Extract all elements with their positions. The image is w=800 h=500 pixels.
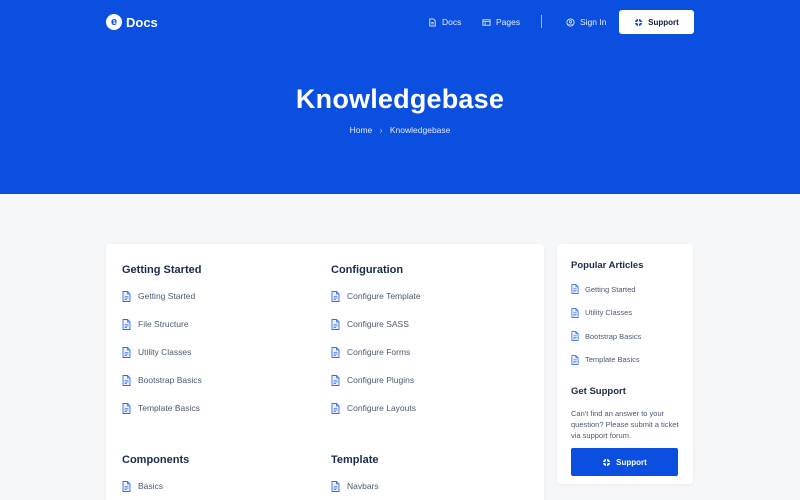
nav-pages[interactable]: Pages [482,10,520,34]
breadcrumb-home[interactable]: Home [350,125,373,135]
article-link[interactable]: Navbars [331,480,379,492]
lifebuoy-icon [603,458,611,466]
popular-articles-title: Popular Articles [571,260,644,271]
article-link[interactable]: Configure SASS [331,318,421,330]
brand-name: Docs [126,14,158,30]
article-link-label: Configure Layouts [347,403,416,413]
section-title: Getting Started [122,264,202,276]
article-link-label: Bootstrap Basics [138,375,202,385]
article-link-label: Getting Started [585,284,636,294]
article-link[interactable]: Getting Started [571,284,641,294]
document-icon [122,290,131,302]
hero-banner: e Docs Docs Pages Sign In Support Knowle… [0,0,800,194]
article-link[interactable]: Template Basics [122,402,202,414]
support-button[interactable]: Support [619,10,694,34]
article-link-label: Template Basics [138,403,200,413]
section-configuration: Configuration Configure Template Configur… [331,264,421,430]
article-link[interactable]: File Structure [122,318,202,330]
section-components: Components Basics [122,454,189,500]
nav-divider [541,15,542,28]
document-icon [331,374,340,386]
breadcrumb: Home › Knowledgebase [0,125,800,135]
document-icon [122,346,131,358]
popular-articles-list: Getting Started Utility Classes Bootstrap … [571,284,641,378]
lifebuoy-icon [635,18,643,26]
nav-sign-in-label: Sign In [580,17,607,27]
article-link-label: Bootstrap Basics [585,331,642,341]
section-title: Configuration [331,264,404,276]
document-icon [331,290,340,302]
document-icon [122,480,131,492]
document-icon [331,480,340,492]
file-icon [429,17,436,27]
sidebar-support-button[interactable]: Support [571,448,678,476]
nav-docs[interactable]: Docs [428,10,461,34]
article-list: Configure Template Configure SASS Configur… [331,290,421,414]
article-link[interactable]: Configure Plugins [331,374,421,386]
article-link-label: Getting Started [138,291,196,301]
article-link[interactable]: Bootstrap Basics [122,374,202,386]
document-icon [122,374,131,386]
page-title: Knowledgebase [295,84,505,114]
article-link[interactable]: Template Basics [571,354,641,365]
article-link[interactable]: Basics [122,480,189,492]
article-link[interactable]: Utility Classes [571,307,641,318]
section-template: Template Navbars [331,454,379,500]
get-support-text: Can't find an answer to your question? P… [571,409,679,440]
document-icon [571,307,579,318]
brand-logo[interactable]: e Docs [106,12,158,32]
article-link-label: Basics [138,481,164,491]
article-link-label: Utility Classes [585,308,633,317]
document-icon [122,318,131,330]
section-getting-started: Getting Started Getting Started File Stru… [122,264,202,430]
document-icon [331,318,340,330]
article-link[interactable]: Utility Classes [122,346,202,358]
article-link-label: Navbars [347,481,379,491]
article-link-label: Configure Plugins [347,375,415,385]
article-link[interactable]: Bootstrap Basics [571,331,641,341]
logo-icon: e [106,14,122,30]
article-link[interactable]: Configure Template [331,290,421,302]
document-icon [571,354,579,365]
article-link[interactable]: Configure Forms [331,346,421,358]
article-link-label: Configure Template [347,291,421,301]
document-icon [571,331,579,341]
article-link-label: Template Basics [585,355,640,364]
section-title: Components [122,454,190,466]
document-icon [331,346,340,358]
user-circle-icon [566,17,575,27]
article-list: Navbars [331,480,379,492]
categories-card: Getting Started Getting Started File Stru… [106,244,544,500]
article-list: Getting Started File Structure Utility Cla… [122,290,202,414]
article-link-label: Configure Forms [347,347,411,357]
top-navigation: e Docs Docs Pages Sign In Support [106,10,694,34]
article-link-label: Utility Classes [138,347,192,357]
document-icon [122,402,131,414]
get-support-title: Get Support [571,386,626,397]
document-icon [571,284,579,294]
window-icon [482,18,491,26]
sidebar-support-button-label: Support [616,457,647,467]
article-list: Basics [122,480,189,492]
article-link-label: File Structure [138,319,189,329]
article-link[interactable]: Configure Layouts [331,402,421,414]
sidebar-card: Popular Articles Getting Started Utility … [557,244,693,484]
document-icon [331,402,340,414]
breadcrumb-separator: › [379,125,383,135]
breadcrumb-current: Knowledgebase [389,125,451,135]
article-link-label: Configure SASS [347,319,409,329]
section-title: Template [331,454,379,466]
support-button-label: Support [648,17,679,27]
nav-pages-label: Pages [496,17,521,27]
article-link[interactable]: Getting Started [122,290,202,302]
nav-docs-label: Docs [442,17,462,27]
nav-sign-in[interactable]: Sign In [566,10,606,34]
